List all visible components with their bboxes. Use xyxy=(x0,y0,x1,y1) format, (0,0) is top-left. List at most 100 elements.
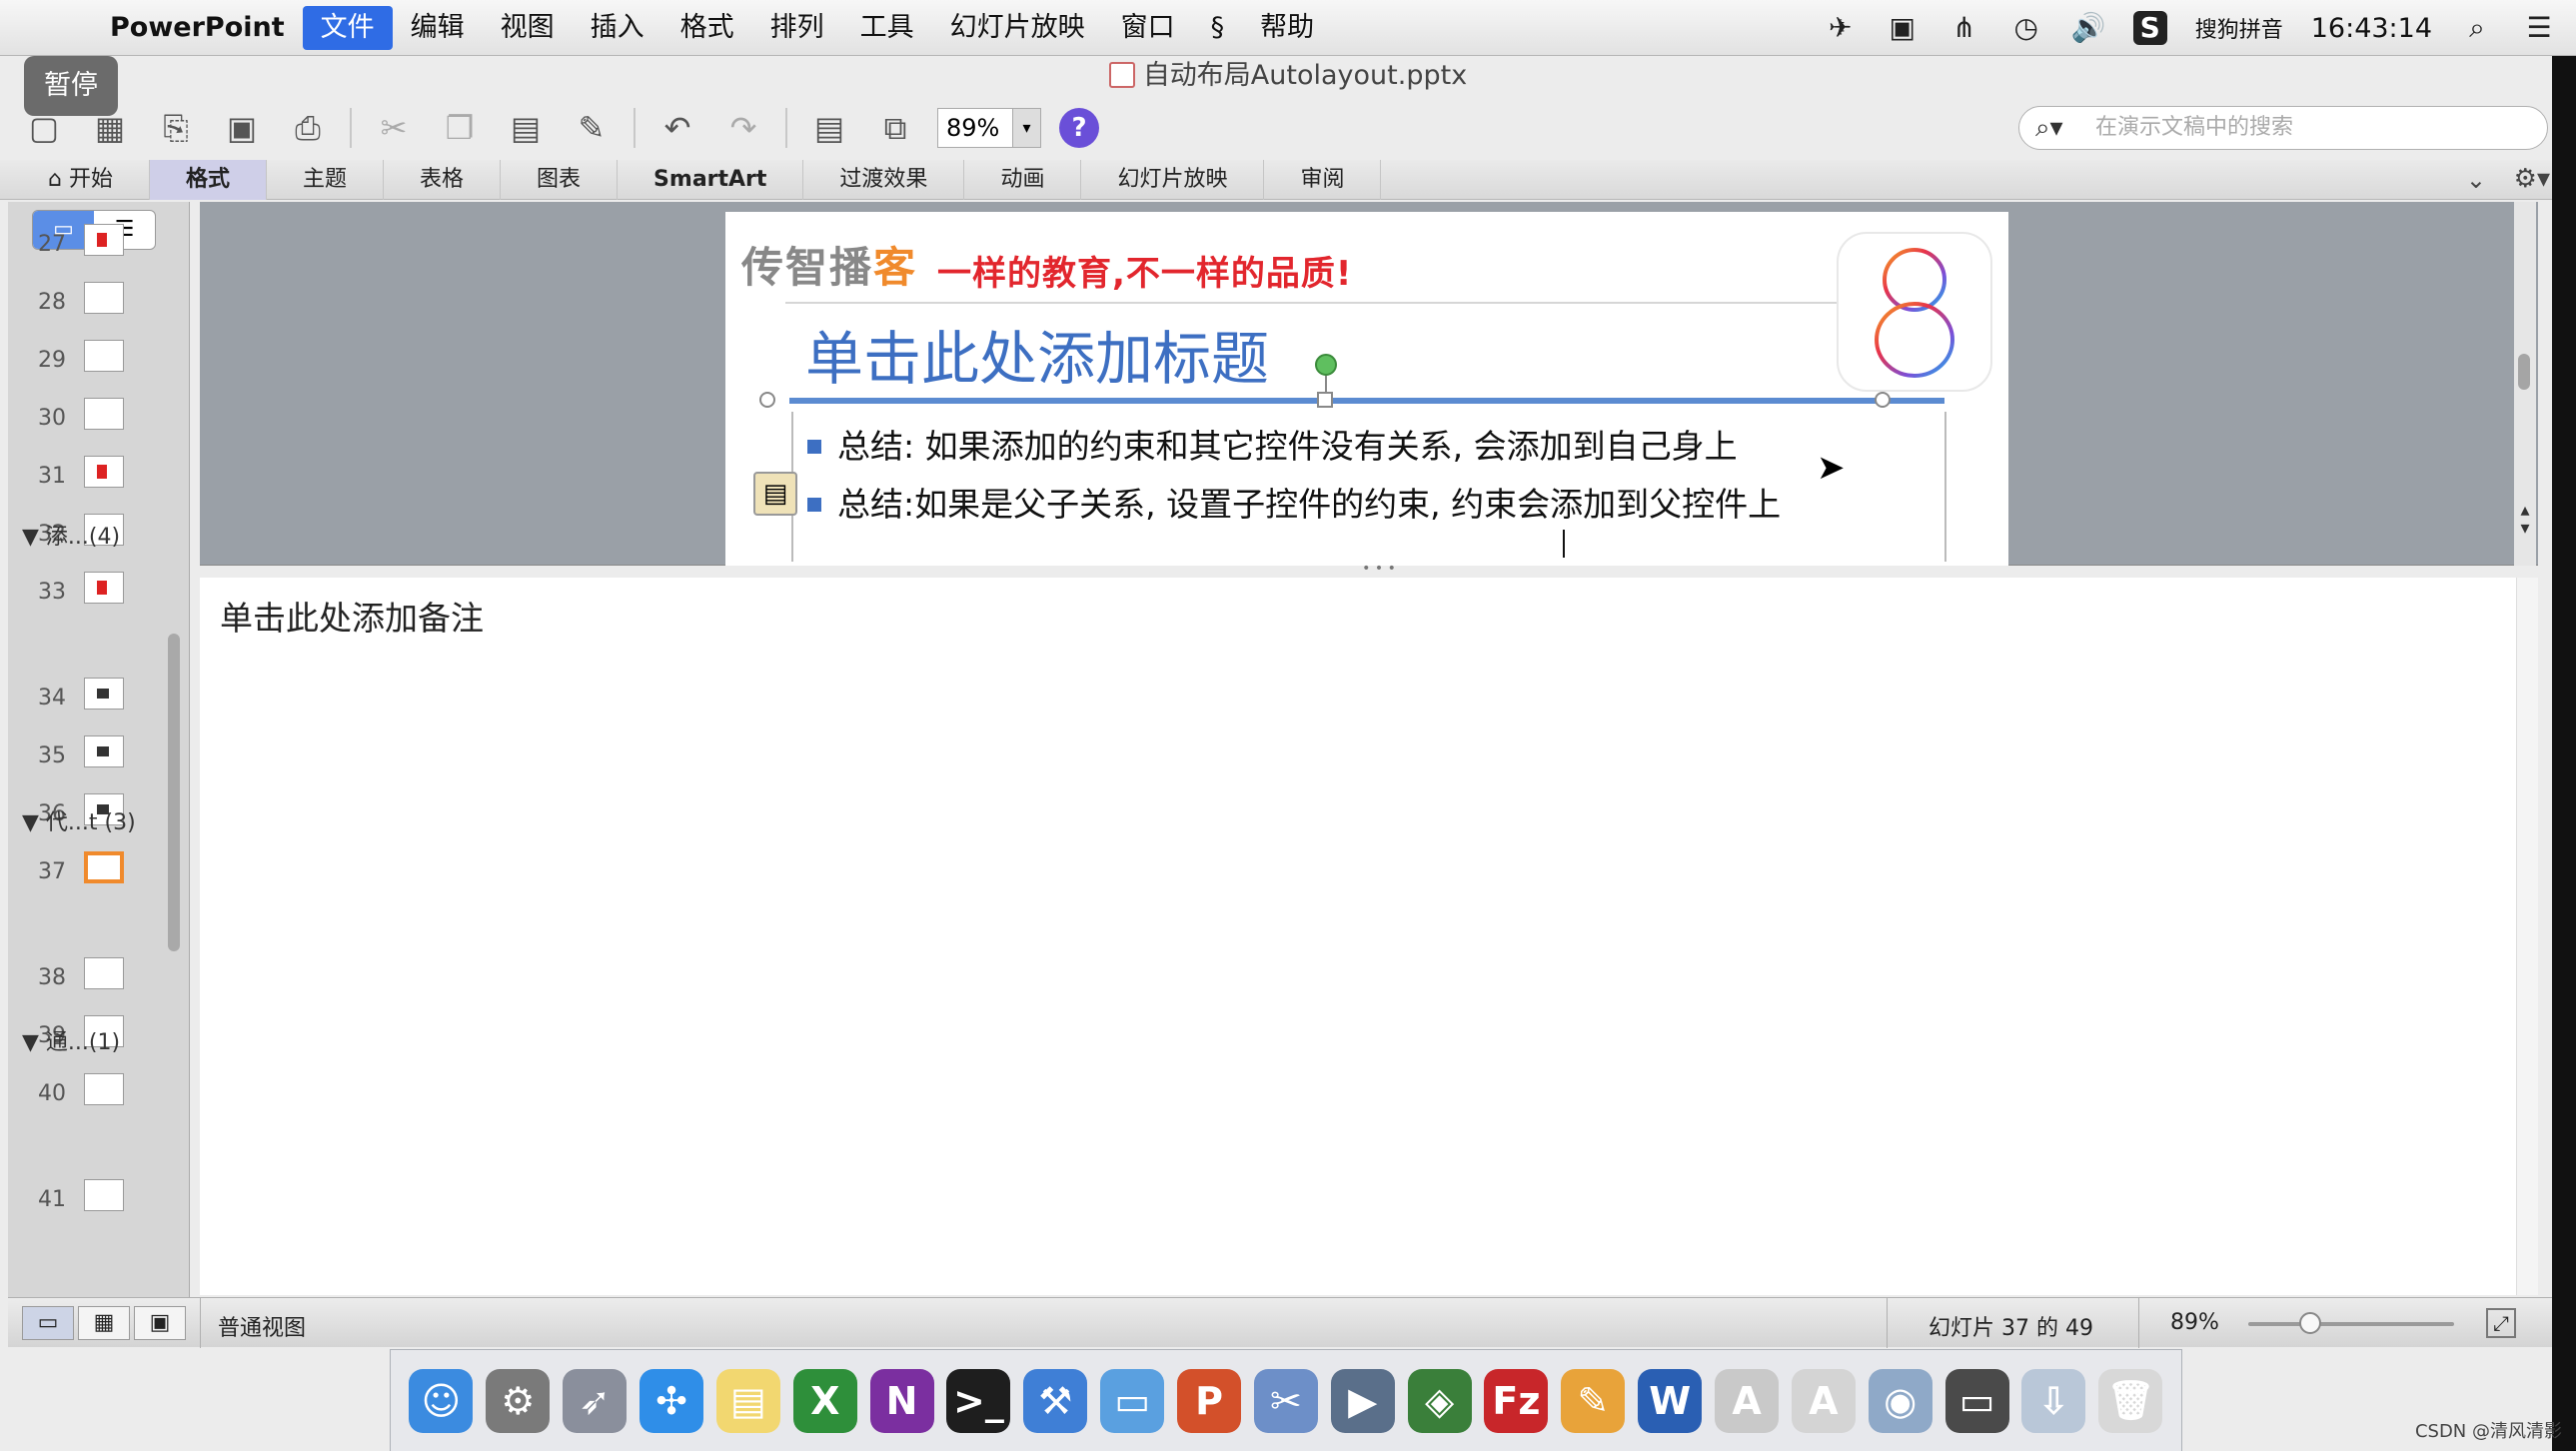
menu-tools[interactable]: 工具 xyxy=(842,6,932,50)
scissors-icon[interactable]: ✂ xyxy=(1253,1368,1318,1433)
downloads-icon[interactable]: ⇩ xyxy=(2021,1368,2086,1433)
resize-handle-top[interactable] xyxy=(1317,392,1333,408)
slide-thumbnail[interactable] xyxy=(84,398,124,430)
section-header[interactable]: ▼ 代...t (3) xyxy=(8,803,158,843)
slide-layout-icon[interactable]: ▤ xyxy=(805,104,853,152)
menu-slideshow[interactable]: 幻灯片放映 xyxy=(932,6,1103,50)
scrollbar-thumb[interactable] xyxy=(2518,354,2530,390)
scroll-arrows-icon[interactable]: ▴ ▾ xyxy=(2514,502,2536,538)
trash-icon[interactable]: 🗑 xyxy=(2098,1368,2163,1433)
slide-thumbnail-row[interactable]: 31 xyxy=(8,448,188,506)
print-icon[interactable]: ⎙ xyxy=(284,104,332,152)
slide-thumbnail[interactable] xyxy=(84,1179,124,1211)
slideshow-view-icon[interactable]: ▣ xyxy=(134,1306,186,1340)
slide-scrollbar[interactable]: ▴ ▾ xyxy=(2514,202,2536,566)
sketch-icon[interactable]: ✎ xyxy=(1561,1368,1626,1433)
resize-handle-top-right[interactable] xyxy=(1875,392,1891,408)
bullet-list[interactable]: 总结: 如果添加的约束和其它控件没有关系, 会添加到自己身上 总结:如果是父子关… xyxy=(805,418,1954,534)
copy-icon[interactable]: ❐ xyxy=(436,104,484,152)
network-icon[interactable]: ◈ xyxy=(1407,1368,1472,1433)
bullet-item[interactable]: 总结: 如果添加的约束和其它控件没有关系, 会添加到自己身上 xyxy=(805,418,1954,476)
slide-thumbnail-row[interactable]: 35 xyxy=(8,727,188,785)
movie-icon[interactable]: ▶ xyxy=(1330,1368,1395,1433)
slide-thumbnail[interactable] xyxy=(84,678,124,710)
slide-thumbnail-row[interactable]: 34 xyxy=(8,670,188,727)
gallery-icon[interactable]: ▦ xyxy=(86,104,134,152)
zoom-slider[interactable] xyxy=(2248,1322,2454,1326)
clock[interactable]: 16:43:14 xyxy=(2311,13,2432,44)
search-icon[interactable]: ⌕▾ xyxy=(2035,107,2063,149)
paste-icon[interactable]: ▤ xyxy=(502,104,550,152)
menu-insert[interactable]: 插入 xyxy=(573,6,662,50)
notes-scrollbar[interactable] xyxy=(2516,578,2538,1295)
slide-thumbnail[interactable] xyxy=(84,851,124,883)
sogou-icon[interactable]: S xyxy=(2132,11,2167,45)
search-input[interactable]: ⌕▾ 在演示文稿中的搜索 xyxy=(2018,106,2548,150)
tab-themes[interactable]: 主题 xyxy=(267,159,385,200)
slide-thumbnail-row[interactable]: 30 xyxy=(8,390,188,448)
safari-icon[interactable]: ✣ xyxy=(640,1368,703,1433)
fit-to-window-icon[interactable]: ⤢ xyxy=(2486,1308,2516,1338)
menu-arrange[interactable]: 排列 xyxy=(752,6,842,50)
slide-thumbnail[interactable] xyxy=(84,957,124,989)
camera-icon[interactable]: ▣ xyxy=(1886,11,1920,45)
resize-handle-top-left[interactable] xyxy=(759,392,775,408)
launchpad-icon[interactable]: ➶ xyxy=(563,1368,628,1433)
slide-thumbnail[interactable] xyxy=(84,340,124,372)
zoom-slider-thumb[interactable] xyxy=(2298,1312,2321,1334)
tab-animations[interactable]: 动画 xyxy=(964,159,1082,200)
app-store-icon[interactable]: A xyxy=(1715,1368,1780,1433)
format-painter-icon[interactable]: ✎ xyxy=(568,104,616,152)
slide-thumbnail-row[interactable]: 29 xyxy=(8,332,188,390)
notes-placeholder[interactable]: 单击此处添加备注 xyxy=(220,592,484,640)
tab-slideshow[interactable]: 幻灯片放映 xyxy=(1081,159,1265,200)
paste-options-icon[interactable]: ▤ xyxy=(753,472,797,516)
xcode-icon[interactable]: ⚒ xyxy=(1023,1368,1088,1433)
input-method-label[interactable]: 搜狗拼音 xyxy=(2195,12,2283,44)
notification-icon[interactable]: ☰ xyxy=(2522,11,2556,45)
menu-app-name[interactable]: PowerPoint xyxy=(92,6,303,50)
display-icon[interactable]: ▭ xyxy=(1944,1368,2009,1433)
rotation-handle[interactable] xyxy=(1315,354,1337,376)
section-header[interactable]: ▼ 通...(1) xyxy=(8,1023,158,1063)
collapse-ribbon-icon[interactable]: ⌄ xyxy=(2466,166,2486,194)
slide-thumbnail[interactable] xyxy=(84,224,124,256)
slide-thumbnail[interactable] xyxy=(84,282,124,314)
slide-canvas[interactable]: 传智播客 一样的教育,不一样的品质! 单击此处添加标题 总结: 如果添加的约束和… xyxy=(725,212,2008,566)
menu-edit[interactable]: 编辑 xyxy=(393,6,483,50)
new-icon[interactable]: ▢ xyxy=(20,104,68,152)
wifi-icon[interactable]: ⋔ xyxy=(1947,11,1981,45)
tab-format[interactable]: 格式 xyxy=(149,159,267,200)
save-icon[interactable]: ▣ xyxy=(218,104,266,152)
airplane-icon[interactable]: ✈ xyxy=(1824,11,1858,45)
slide-thumbnail-row[interactable]: 37 xyxy=(8,843,188,901)
slide-sorter-icon[interactable]: ▦ xyxy=(78,1306,130,1340)
gear-icon[interactable]: ⚙▾ xyxy=(2514,164,2550,194)
slide-thumbnail-row[interactable]: 38 xyxy=(8,949,188,1007)
word-icon[interactable]: W xyxy=(1638,1368,1703,1433)
slide-title-placeholder[interactable]: 单击此处添加标题 xyxy=(805,312,1269,396)
tab-home[interactable]: ⌂ 开始 xyxy=(48,159,150,200)
slide-thumbnail-row[interactable]: 40 xyxy=(8,1065,188,1123)
tab-charts[interactable]: 图表 xyxy=(501,159,619,200)
text-edit-icon[interactable]: A xyxy=(1791,1368,1856,1433)
menu-file[interactable]: 文件 xyxy=(302,5,393,50)
script-icon[interactable]: § xyxy=(1193,6,1243,50)
undo-icon[interactable]: ↶ xyxy=(653,104,701,152)
notes-icon[interactable]: ▤ xyxy=(715,1368,780,1433)
chevron-down-icon[interactable]: ▾ xyxy=(1012,109,1040,147)
spotlight-icon[interactable]: ⌕ xyxy=(2460,11,2494,45)
normal-view-icon[interactable]: ▭ xyxy=(22,1306,74,1340)
volume-icon[interactable]: 🔊 xyxy=(2071,11,2106,45)
slide-thumbnail[interactable] xyxy=(84,456,124,488)
help-icon[interactable]: ? xyxy=(1059,108,1099,148)
cut-icon[interactable]: ✂ xyxy=(370,104,418,152)
slide-thumbnail-row[interactable]: 27 xyxy=(8,216,188,274)
preview-icon[interactable]: ◉ xyxy=(1868,1368,1932,1433)
terminal-icon[interactable]: >_ xyxy=(946,1368,1011,1433)
time-machine-icon[interactable]: ◷ xyxy=(2009,11,2043,45)
slide-thumbnail-row[interactable]: 41 xyxy=(8,1171,188,1229)
slide-thumbnail-row[interactable]: 33 xyxy=(8,564,188,622)
menu-window[interactable]: 窗口 xyxy=(1103,6,1193,50)
bullet-item[interactable]: 总结:如果是父子关系, 设置子控件的约束, 约束会添加到父控件上 xyxy=(805,476,1954,534)
